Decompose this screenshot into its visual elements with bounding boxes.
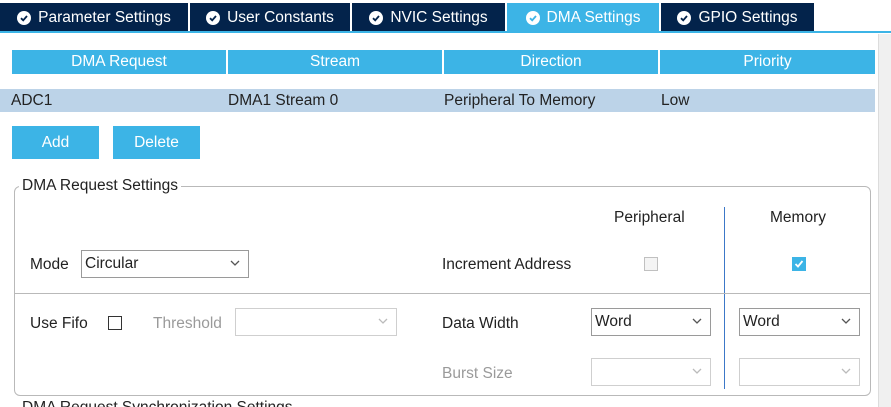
data-width-peripheral-value: Word: [595, 313, 632, 330]
burst-size-label: Burst Size: [442, 365, 513, 382]
burst-size-peripheral-select[interactable]: [591, 358, 711, 386]
chevron-down-icon: [230, 260, 240, 266]
cell-direction: Peripheral To Memory: [444, 91, 596, 109]
check-circle-icon: [677, 10, 692, 25]
delete-button[interactable]: Delete: [113, 126, 200, 159]
cell-dma-request: ADC1: [11, 91, 53, 109]
check-circle-icon: [206, 10, 221, 25]
tab-user-constants[interactable]: User Constants: [190, 3, 350, 32]
threshold-label: Threshold: [153, 315, 222, 332]
check-circle-icon: [369, 10, 384, 25]
chevron-down-icon: [841, 318, 851, 324]
mode-select[interactable]: Circular: [81, 250, 249, 278]
column-header-stream[interactable]: Stream: [228, 50, 442, 74]
increment-memory-checkbox[interactable]: [792, 257, 806, 271]
tab-gpio-settings[interactable]: GPIO Settings: [661, 3, 814, 32]
vertical-scrollbar[interactable]: [878, 34, 891, 407]
tab-parameter-settings[interactable]: Parameter Settings: [0, 3, 188, 32]
tab-nvic-settings[interactable]: NVIC Settings: [352, 3, 505, 32]
column-header-priority[interactable]: Priority: [660, 50, 875, 74]
tab-label: GPIO Settings: [698, 8, 798, 26]
mode-value: Circular: [85, 255, 139, 272]
chevron-down-icon: [378, 318, 388, 324]
chevron-down-icon: [841, 368, 851, 374]
tab-bar: Parameter Settings User Constants NVIC S…: [0, 0, 891, 33]
increment-peripheral-checkbox[interactable]: [644, 257, 658, 271]
data-width-peripheral-select[interactable]: Word: [591, 308, 711, 336]
check-circle-icon: [17, 10, 32, 25]
peripheral-header: Peripheral: [614, 209, 685, 226]
data-width-memory-select[interactable]: Word: [739, 308, 860, 336]
chevron-down-icon: [692, 368, 702, 374]
memory-header: Memory: [770, 209, 826, 226]
group-title: DMA Request Settings: [19, 177, 181, 195]
tab-underline: [0, 31, 891, 33]
check-circle-icon: [525, 10, 540, 25]
checkmark-icon: [794, 260, 804, 268]
data-width-label: Data Width: [442, 315, 519, 332]
column-header-dma-request[interactable]: DMA Request: [12, 50, 226, 74]
add-button[interactable]: Add: [12, 126, 99, 159]
tab-dma-settings[interactable]: DMA Settings: [507, 3, 659, 32]
section-divider: [15, 293, 870, 294]
threshold-select[interactable]: [235, 308, 397, 336]
increment-address-label: Increment Address: [442, 256, 572, 273]
use-fifo-checkbox[interactable]: [108, 316, 122, 330]
sync-settings-title: DMA Request Synchronization Settings: [19, 399, 296, 407]
column-header-direction[interactable]: Direction: [444, 50, 658, 74]
tab-label: User Constants: [227, 8, 334, 26]
chevron-down-icon: [692, 318, 702, 324]
tab-label: DMA Settings: [546, 8, 641, 26]
tab-label: Parameter Settings: [38, 8, 171, 26]
tab-label: NVIC Settings: [390, 8, 488, 26]
cell-priority: Low: [661, 91, 690, 109]
column-divider: [724, 207, 725, 389]
cell-stream: DMA1 Stream 0: [228, 91, 339, 109]
table-row[interactable]: [0, 89, 875, 112]
burst-size-memory-select[interactable]: [739, 358, 860, 386]
mode-label: Mode: [30, 256, 69, 273]
use-fifo-label: Use Fifo: [30, 315, 88, 332]
data-width-memory-value: Word: [743, 313, 780, 330]
